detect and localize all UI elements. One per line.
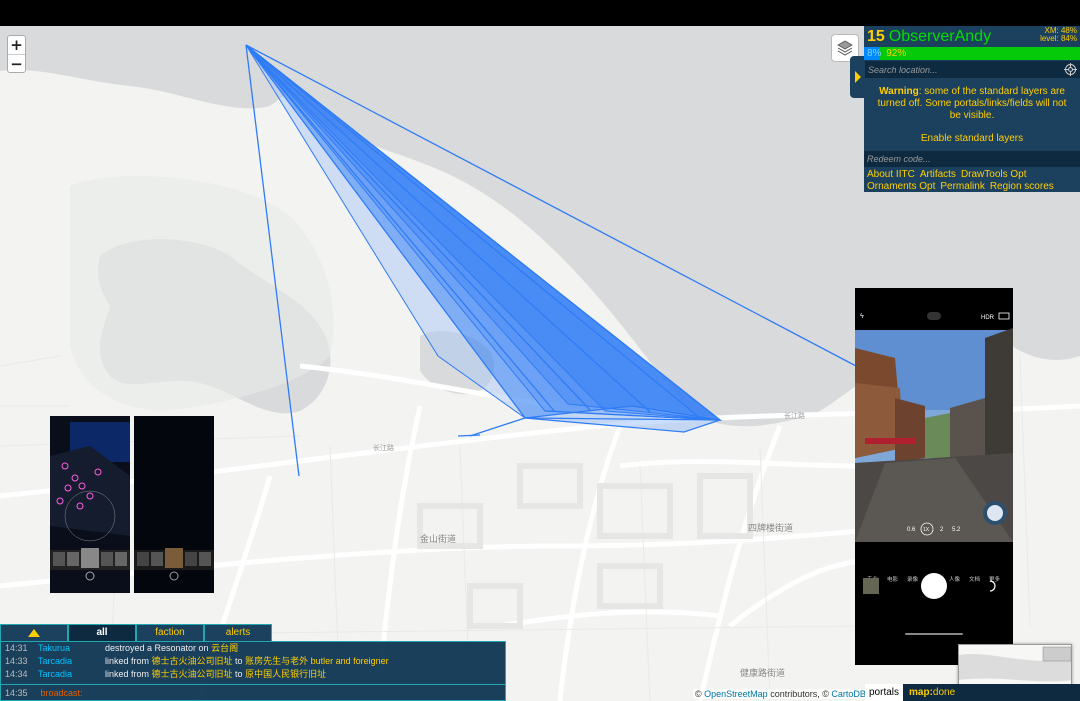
zoom-out-button[interactable]: −	[8, 54, 25, 73]
street-label: 四牌楼街道	[748, 522, 793, 533]
camera-mode[interactable]: 电影	[887, 575, 899, 583]
about-link[interactable]: About IITC	[867, 169, 915, 180]
locate-icon[interactable]	[1064, 63, 1077, 76]
chat-text: destroyed a Resonator on	[105, 643, 212, 653]
player-info: 15 ObserverAndy XM: 48% level: 84%	[864, 26, 1080, 47]
region-scores-link[interactable]: Region scores	[990, 181, 1054, 192]
chat-text: linked from	[105, 669, 152, 679]
chat-player[interactable]: Takurua	[38, 642, 105, 655]
chat-row: 14:33 Tarcadia linked from 德士古火油公司旧址 to …	[1, 655, 505, 668]
warning-prefix: Warning	[879, 86, 919, 97]
camera-mode[interactable]: 文档	[969, 575, 981, 583]
chat-text: to	[232, 669, 246, 679]
xm-bar-label: 8%	[867, 48, 882, 59]
player-name[interactable]: ObserverAndy	[889, 28, 991, 46]
tab-alerts[interactable]: alerts	[204, 624, 272, 641]
caret-up-icon	[28, 629, 40, 637]
dark-screen-image	[134, 416, 214, 593]
chat-input[interactable]: 14:35 broadcast:	[0, 685, 506, 701]
chat-log[interactable]: 14:31 Takurua destroyed a Resonator on 云…	[0, 641, 506, 685]
status-bar: portals map: done	[865, 684, 1080, 701]
chat-text: to	[232, 656, 246, 666]
zoom-control: + −	[7, 35, 26, 73]
permalink-link[interactable]: Permalink	[940, 181, 984, 192]
portal-link[interactable]: 云台阁	[211, 643, 238, 653]
layers-warning: Warning: some of the standard layers are…	[864, 78, 1080, 125]
artifacts-link[interactable]: Artifacts	[920, 169, 956, 180]
portal-link[interactable]: 德士古火油公司旧址	[152, 669, 233, 679]
player-level: 15	[867, 27, 885, 45]
chat-player[interactable]: Tarcadia	[38, 668, 105, 681]
hdr-label: HDR	[981, 315, 995, 321]
map-status-label: map:	[909, 687, 933, 698]
screen: 金山街道 四牌楼街道 健康路街道 长江路 长江路 + − ϟ HDR 0.6 1…	[0, 0, 1080, 701]
street-label: 金山街道	[420, 533, 456, 544]
chat-panel: all faction alerts 14:31 Takurua destroy…	[0, 624, 506, 701]
chat-input-time: 14:35	[5, 688, 28, 698]
scanner-image	[50, 416, 130, 593]
progress-bars: 8% 92%	[864, 47, 1080, 60]
street-label: 长江路	[373, 443, 394, 452]
street-label: 长江路	[784, 411, 805, 420]
camera-app-screenshot: ϟ HDR 0.6 1X 2 5.2 电影 录像 人像 文档 更多	[855, 288, 1013, 665]
portal-link[interactable]: 账房先生与老外 butler and foreigner	[245, 656, 389, 666]
link-line[interactable]	[457, 434, 481, 437]
chevron-right-icon	[854, 71, 861, 83]
camera-mode[interactable]: 人像	[949, 575, 961, 583]
chat-collapse-button[interactable]	[0, 624, 68, 641]
layers-icon	[837, 40, 853, 56]
camera-mode[interactable]: 更多	[989, 575, 1001, 583]
level-bar-label: 92%	[886, 48, 907, 59]
street-label: 健康路街道	[740, 667, 785, 678]
chat-time: 14:33	[5, 656, 28, 666]
carto-link[interactable]: CartoDB	[831, 689, 866, 699]
chat-row: 14:34 Tarcadia linked from 德士古火油公司旧址 to …	[1, 668, 505, 681]
broadcast-label: broadcast:	[40, 688, 83, 698]
chat-message: destroyed a Resonator on 云台阁	[105, 642, 238, 655]
portal-link[interactable]: 德士古火油公司旧址	[152, 656, 233, 666]
chat-message: linked from 德士古火油公司旧址 to 原中国人民银行旧址	[105, 668, 326, 681]
camera-mode[interactable]: 录像	[907, 575, 919, 583]
chat-player[interactable]: Tarcadia	[38, 655, 105, 668]
attribution-text: ©	[695, 689, 705, 699]
attribution-text: contributors, ©	[767, 689, 832, 699]
map-status-value: done	[932, 687, 956, 698]
osm-link[interactable]: OpenStreetMap	[704, 689, 768, 699]
portal-link[interactable]: 原中国人民银行旧址	[245, 669, 326, 679]
tab-faction[interactable]: faction	[136, 624, 204, 641]
chat-message: linked from 德士古火油公司旧址 to 账房先生与老外 butler …	[105, 655, 389, 668]
top-bar	[0, 0, 1080, 26]
level-stat: level: 84%	[1040, 34, 1077, 43]
chat-tabs: all faction alerts	[0, 624, 272, 641]
drawtools-opt-link[interactable]: DrawTools Opt	[961, 169, 1027, 180]
search-input[interactable]: Search location...	[865, 61, 1080, 78]
sidebar-toggle[interactable]	[850, 56, 865, 98]
player-stats: XM: 48% level: 84%	[1040, 27, 1077, 43]
sidebar: 15 ObserverAndy XM: 48% level: 84% 8% 92…	[864, 26, 1080, 192]
zoom-level[interactable]: 5.2	[952, 527, 961, 533]
search-placeholder: Search location...	[868, 64, 938, 75]
tab-all[interactable]: all	[68, 624, 136, 641]
redeem-input[interactable]: Redeem code...	[864, 151, 1080, 167]
chat-time: 14:34	[5, 669, 28, 679]
phone-screenshot-thumbnail	[134, 416, 214, 593]
zoom-level[interactable]: 1X	[923, 527, 930, 533]
zoom-level[interactable]: 0.6	[907, 527, 916, 533]
chat-row: 14:31 Takurua destroyed a Resonator on 云…	[1, 642, 505, 655]
ornaments-opt-link[interactable]: Ornaments Opt	[867, 181, 935, 192]
camera-viewfinder: ϟ HDR 0.6 1X 2 5.2 电影 录像 人像 文档 更多	[855, 288, 1013, 665]
portals-status: portals	[865, 684, 904, 701]
chat-text: linked from	[105, 656, 152, 666]
phone-screenshot-thumbnail	[50, 416, 130, 593]
map-attribution: © OpenStreetMap contributors, © CartoDB	[693, 689, 868, 699]
park-area	[70, 176, 334, 411]
level-bar	[880, 47, 1080, 60]
shutter-button[interactable]	[921, 573, 947, 599]
chat-time: 14:31	[5, 643, 28, 653]
zoom-in-button[interactable]: +	[8, 36, 25, 54]
flash-icon: ϟ	[860, 313, 864, 320]
enable-layers-link[interactable]: Enable standard layers	[864, 125, 1080, 151]
toolbox-links: About IITC Artifacts DrawTools Opt Ornamen…	[864, 167, 1080, 195]
